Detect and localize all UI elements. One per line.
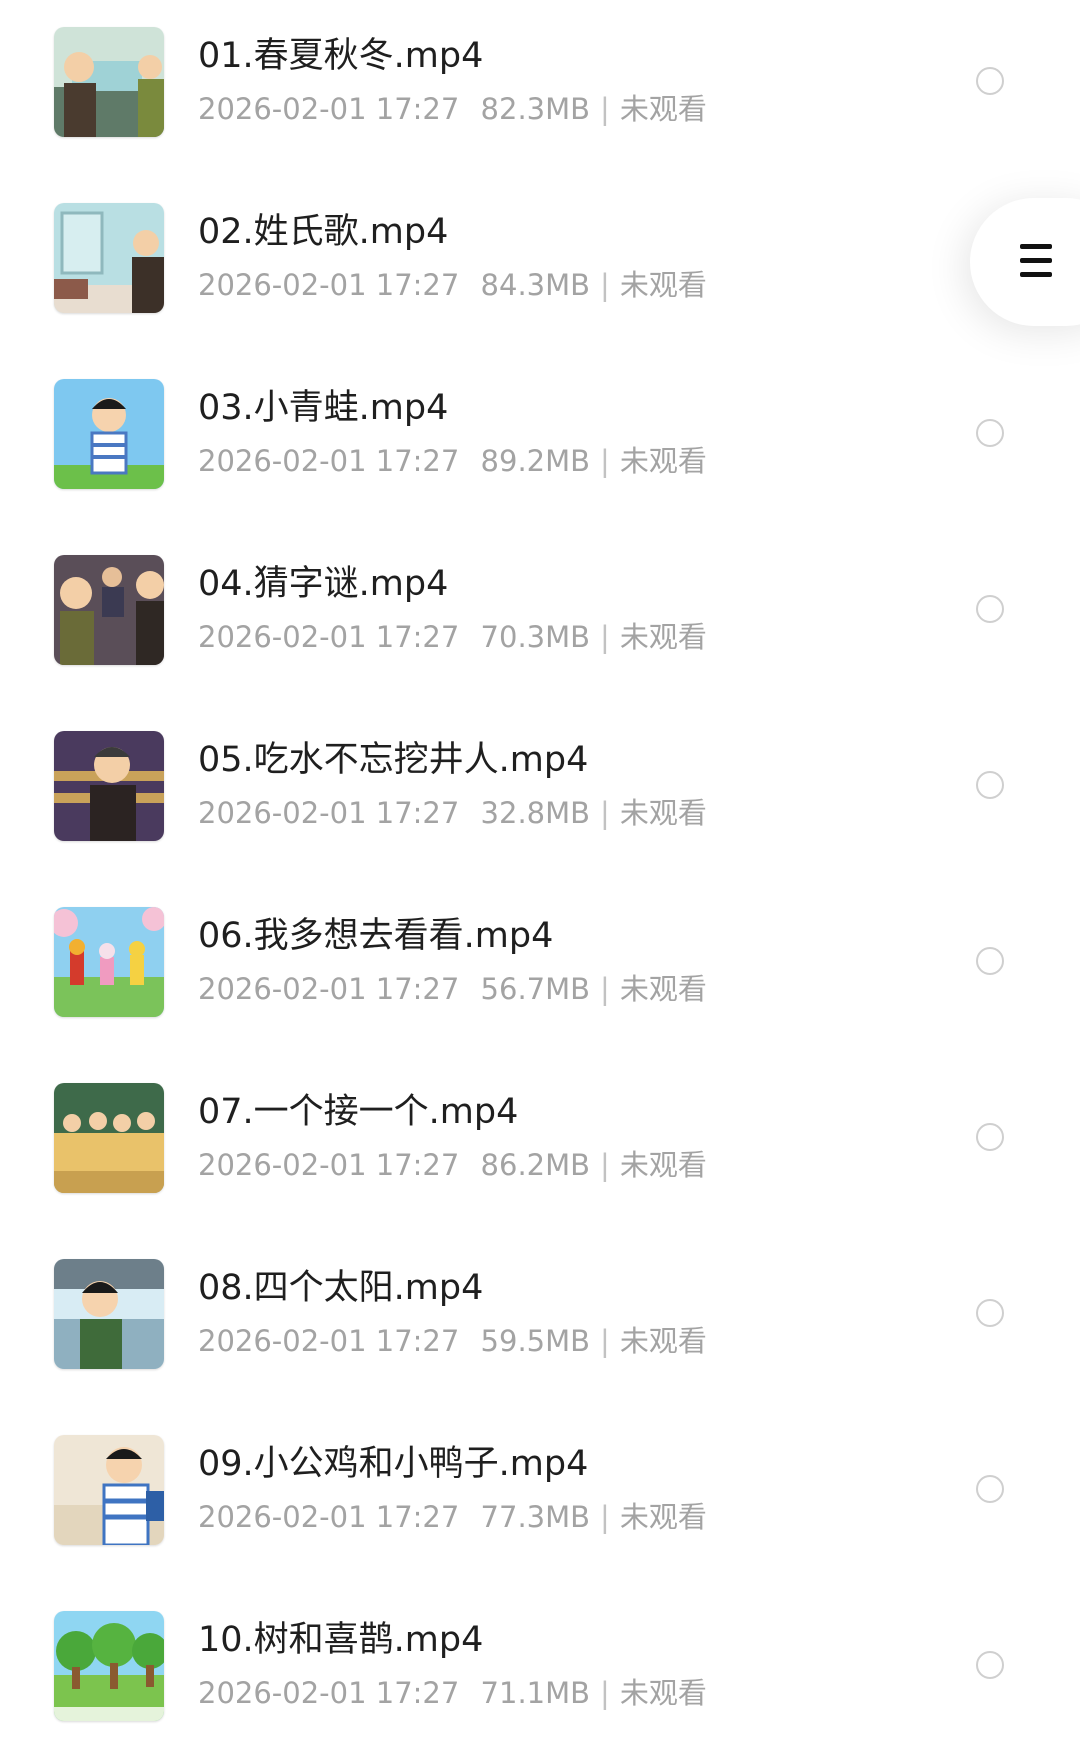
list-item[interactable]: 04.猜字谜.mp4 2026-02-01 17:27 70.3MB | 未观看: [0, 528, 1080, 704]
video-size: 70.3MB: [480, 620, 591, 654]
video-date: 2026-02-01 17:27: [198, 268, 460, 302]
video-thumbnail[interactable]: [54, 1259, 164, 1369]
video-thumbnail[interactable]: [54, 555, 164, 665]
video-thumbnail[interactable]: [54, 1611, 164, 1721]
select-radio[interactable]: [976, 771, 1004, 799]
list-item[interactable]: 05.吃水不忘挖井人.mp4 2026-02-01 17:27 32.8MB | 未…: [0, 704, 1080, 880]
select-radio[interactable]: [976, 1123, 1004, 1151]
list-item[interactable]: 06.我多想去看看.mp4 2026-02-01 17:27 56.7MB | 未观…: [0, 880, 1080, 1056]
meta-separator: |: [600, 796, 610, 830]
video-meta: 2026-02-01 17:27 71.1MB | 未观看: [198, 1675, 707, 1711]
video-size: 86.2MB: [480, 1148, 591, 1182]
meta-separator: |: [600, 972, 610, 1006]
video-title: 04.猜字谜.mp4: [198, 564, 449, 604]
select-radio[interactable]: [976, 1651, 1004, 1679]
video-thumbnail[interactable]: [54, 731, 164, 841]
meta-separator: |: [600, 444, 610, 478]
watch-status: 未观看: [619, 620, 707, 654]
video-thumbnail[interactable]: [54, 907, 164, 1017]
video-date: 2026-02-01 17:27: [198, 1676, 460, 1710]
video-size: 89.2MB: [480, 444, 591, 478]
video-title: 03.小青蛙.mp4: [198, 388, 449, 428]
list-item[interactable]: 09.小公鸡和小鸭子.mp4 2026-02-01 17:27 77.3MB | 未…: [0, 1408, 1080, 1584]
watch-status: 未观看: [619, 1500, 707, 1534]
video-thumbnail[interactable]: [54, 203, 164, 313]
video-date: 2026-02-01 17:27: [198, 796, 460, 830]
video-meta: 2026-02-01 17:27 89.2MB | 未观看: [198, 443, 707, 479]
video-date: 2026-02-01 17:27: [198, 1148, 460, 1182]
video-date: 2026-02-01 17:27: [198, 92, 460, 126]
video-title: 05.吃水不忘挖井人.mp4: [198, 740, 589, 780]
video-title: 08.四个太阳.mp4: [198, 1268, 484, 1308]
video-meta: 2026-02-01 17:27 59.5MB | 未观看: [198, 1323, 707, 1359]
select-radio[interactable]: [976, 67, 1004, 95]
video-date: 2026-02-01 17:27: [198, 1500, 460, 1534]
meta-separator: |: [600, 1676, 610, 1710]
watch-status: 未观看: [619, 972, 707, 1006]
video-meta: 2026-02-01 17:27 86.2MB | 未观看: [198, 1147, 707, 1183]
watch-status: 未观看: [619, 268, 707, 302]
video-size: 71.1MB: [480, 1676, 591, 1710]
video-thumbnail[interactable]: [54, 379, 164, 489]
list-item[interactable]: 07.一个接一个.mp4 2026-02-01 17:27 86.2MB | 未观看: [0, 1056, 1080, 1232]
select-radio[interactable]: [976, 1299, 1004, 1327]
video-date: 2026-02-01 17:27: [198, 444, 460, 478]
video-meta: 2026-02-01 17:27 77.3MB | 未观看: [198, 1499, 707, 1535]
meta-separator: |: [600, 1148, 610, 1182]
watch-status: 未观看: [619, 1676, 707, 1710]
watch-status: 未观看: [619, 444, 707, 478]
video-size: 82.3MB: [480, 92, 591, 126]
video-title: 01.春夏秋冬.mp4: [198, 36, 484, 76]
video-title: 02.姓氏歌.mp4: [198, 212, 449, 252]
video-meta: 2026-02-01 17:27 84.3MB | 未观看: [198, 267, 707, 303]
list-item[interactable]: 10.树和喜鹊.mp4 2026-02-01 17:27 71.1MB | 未观看: [0, 1584, 1080, 1760]
video-thumbnail[interactable]: [54, 27, 164, 137]
video-title: 07.一个接一个.mp4: [198, 1092, 519, 1132]
video-size: 84.3MB: [480, 268, 591, 302]
video-meta: 2026-02-01 17:27 56.7MB | 未观看: [198, 971, 707, 1007]
video-meta: 2026-02-01 17:27 70.3MB | 未观看: [198, 619, 707, 655]
video-thumbnail[interactable]: [54, 1435, 164, 1545]
video-meta: 2026-02-01 17:27 32.8MB | 未观看: [198, 795, 707, 831]
select-radio[interactable]: [976, 595, 1004, 623]
video-size: 32.8MB: [480, 796, 591, 830]
list-item[interactable]: 03.小青蛙.mp4 2026-02-01 17:27 89.2MB | 未观看: [0, 352, 1080, 528]
meta-separator: |: [600, 620, 610, 654]
video-size: 59.5MB: [480, 1324, 591, 1358]
video-thumbnail[interactable]: [54, 1083, 164, 1193]
video-date: 2026-02-01 17:27: [198, 1324, 460, 1358]
meta-separator: |: [600, 268, 610, 302]
select-radio[interactable]: [976, 419, 1004, 447]
meta-separator: |: [600, 1500, 610, 1534]
video-date: 2026-02-01 17:27: [198, 972, 460, 1006]
video-size: 56.7MB: [480, 972, 591, 1006]
watch-status: 未观看: [619, 1148, 707, 1182]
video-title: 10.树和喜鹊.mp4: [198, 1620, 484, 1660]
meta-separator: |: [600, 92, 610, 126]
meta-separator: |: [600, 1324, 610, 1358]
watch-status: 未观看: [619, 1324, 707, 1358]
watch-status: 未观看: [619, 796, 707, 830]
list-item[interactable]: 08.四个太阳.mp4 2026-02-01 17:27 59.5MB | 未观看: [0, 1232, 1080, 1408]
list-item[interactable]: 02.姓氏歌.mp4 2026-02-01 17:27 84.3MB | 未观看: [0, 176, 1080, 352]
video-date: 2026-02-01 17:27: [198, 620, 460, 654]
select-radio[interactable]: [976, 1475, 1004, 1503]
video-title: 09.小公鸡和小鸭子.mp4: [198, 1444, 589, 1484]
video-title: 06.我多想去看看.mp4: [198, 916, 554, 956]
hamburger-menu-icon: [1020, 244, 1052, 278]
select-radio[interactable]: [976, 947, 1004, 975]
list-item[interactable]: 01.春夏秋冬.mp4 2026-02-01 17:27 82.3MB | 未观看: [0, 0, 1080, 176]
video-meta: 2026-02-01 17:27 82.3MB | 未观看: [198, 91, 707, 127]
watch-status: 未观看: [619, 92, 707, 126]
video-size: 77.3MB: [480, 1500, 591, 1534]
